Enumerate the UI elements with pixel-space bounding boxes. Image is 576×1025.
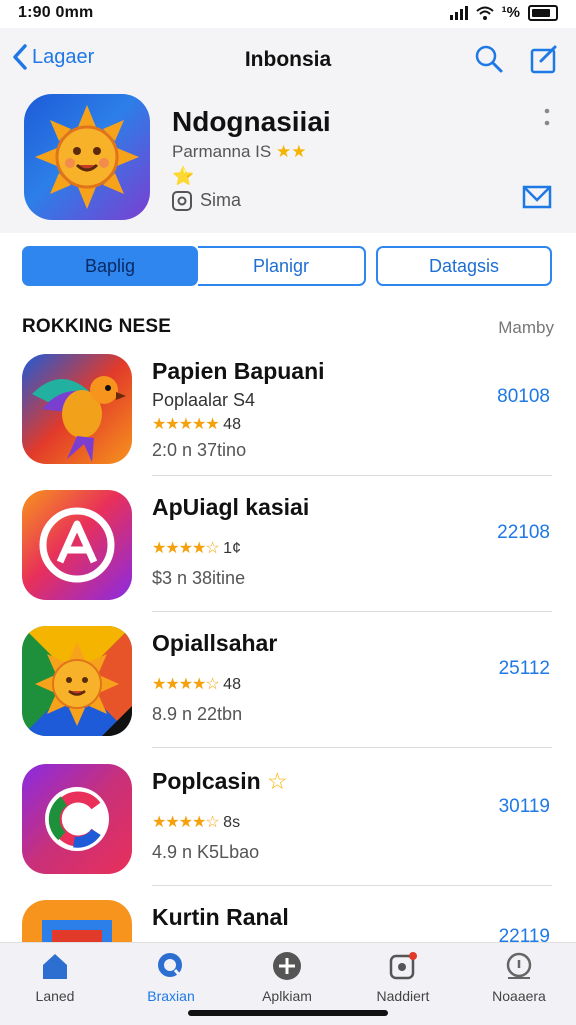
rating-value: 48 — [223, 676, 241, 693]
app-name: Papien Bapuani — [152, 358, 325, 384]
list-item[interactable]: Opiallsahar ★★★★☆ 48 8.9 n 22tbn 25112 — [0, 612, 576, 748]
tabbar-label: Laned — [35, 988, 75, 1004]
tabbar-item-info[interactable]: Noaaera — [464, 951, 574, 1004]
sun-icon — [22, 626, 132, 736]
list-item[interactable]: Poplcasin ☆ ★★★★☆ 8s 4.9 n K5Lbao 30119 — [0, 750, 576, 886]
list-item[interactable]: Papien Bapuani Poplaalar S4 ★★★★★ 48 2:0… — [0, 340, 576, 476]
letter-c-icon — [22, 764, 132, 874]
letter-a-icon — [22, 490, 132, 600]
app-rating: ★★★★☆ 8s — [152, 812, 240, 832]
tab-datagsis[interactable]: Datagsis — [376, 246, 552, 286]
info-icon — [506, 952, 532, 979]
get-button[interactable]: 25112 — [499, 658, 550, 680]
app-name: Opiallsahar — [152, 630, 278, 656]
star-icon: ☆ — [267, 768, 288, 794]
divider — [152, 747, 552, 748]
rating-value: 48 — [223, 416, 241, 433]
tabbar-item-apps[interactable]: Aplkiam — [232, 951, 342, 1004]
rating-stars: ★★★★☆ — [152, 676, 220, 693]
tabbar-label: Noaaera — [492, 988, 546, 1004]
app-meta: 8.9 n 22tbn — [152, 704, 243, 724]
home-indicator — [188, 1010, 388, 1016]
app-name: ApUiagl kasiai — [152, 494, 310, 520]
search-icon[interactable] — [474, 44, 504, 79]
app-rating: ★★★★☆ 1¢ — [152, 538, 241, 558]
hero-stars: ★★ — [275, 142, 307, 161]
tabbar-item-home[interactable]: Laned — [0, 951, 110, 1004]
nav-bar: Lagaer Inbonsia — [0, 28, 576, 88]
app-icon — [22, 626, 132, 736]
segment-tabs: Baplig Planigr Datagsis — [22, 246, 554, 290]
tabbar-item-search[interactable]: Braxian — [116, 951, 226, 1004]
tabbar-item-notifications[interactable]: Naddiert — [348, 951, 458, 1004]
app-category: Poplaalar S4 — [152, 390, 256, 410]
hero-app-name: Ndognasiiai — [172, 106, 331, 137]
rating-stars: ★★★★★ — [152, 416, 220, 433]
status-bar: 1:90 0mm ¹% — [0, 0, 576, 28]
rating-stars: ★★★★☆ — [152, 540, 220, 557]
app-meta: $3 n 38itine — [152, 568, 246, 588]
app-icon — [22, 764, 132, 874]
app-meta: 4.9 n K5Lbao — [152, 842, 260, 862]
app-icon — [22, 354, 132, 464]
notification-icon — [389, 952, 417, 980]
hero-subtitle-text: Parmanna IS — [172, 142, 272, 161]
mail-icon[interactable] — [522, 184, 552, 215]
sun-icon — [35, 105, 139, 209]
tabbar-label: Aplkiam — [262, 988, 312, 1004]
search-icon — [158, 953, 183, 978]
more-options-icon[interactable] — [544, 108, 550, 133]
app-name-text: Poplcasin — [152, 768, 261, 794]
signal-icon — [449, 5, 468, 20]
status-time: 1:90 0mm — [18, 4, 94, 21]
tabbar-label: Braxian — [147, 988, 195, 1004]
hero-badge-icon: ⭐ — [172, 166, 195, 186]
section-more-link[interactable]: Mamby — [498, 318, 554, 338]
app-meta: 2:0 n 37tino — [152, 440, 247, 460]
get-button[interactable]: 30119 — [499, 796, 550, 818]
get-button[interactable]: 22108 — [497, 522, 550, 544]
hero-language: Sima — [172, 190, 241, 211]
status-battery-text: ¹% — [501, 4, 520, 21]
rating-value: 1¢ — [223, 540, 241, 557]
nav-actions — [474, 44, 558, 79]
status-icons: ¹% — [449, 4, 558, 21]
app-header: Lagaer Inbonsia Ndognasiiai Parmanna IS … — [0, 28, 576, 233]
tab-baplig[interactable]: Baplig — [22, 246, 198, 286]
hero-app-icon[interactable] — [24, 94, 150, 220]
get-button[interactable]: 80108 — [497, 386, 550, 408]
app-name: Poplcasin ☆ — [152, 768, 288, 795]
home-icon — [43, 954, 67, 979]
bird-icon — [22, 354, 132, 464]
plus-icon — [273, 952, 301, 980]
wifi-icon — [475, 6, 494, 20]
app-icon — [22, 490, 132, 600]
compose-icon[interactable] — [530, 44, 558, 79]
tab-planigr[interactable]: Planigr — [198, 246, 366, 286]
rating-value: 8s — [223, 814, 241, 831]
hero-language-label: Sima — [200, 190, 242, 210]
tabbar-label: Naddiert — [376, 988, 430, 1004]
battery-icon — [528, 4, 558, 21]
app-rating: ★★★★★ 48 — [152, 414, 241, 434]
language-icon — [172, 190, 192, 211]
app-rating: ★★★★☆ 48 — [152, 674, 241, 694]
section-header: ROKKING NESE Mamby — [22, 316, 554, 340]
rating-stars: ★★★★☆ — [152, 814, 220, 831]
hero-subtitle: Parmanna IS ★★ — [172, 142, 306, 162]
app-name: Kurtin Ranal — [152, 904, 289, 930]
section-heading: ROKKING NESE — [22, 316, 172, 337]
list-item[interactable]: ApUiagl kasiai ★★★★☆ 1¢ $3 n 38itine 221… — [0, 476, 576, 612]
